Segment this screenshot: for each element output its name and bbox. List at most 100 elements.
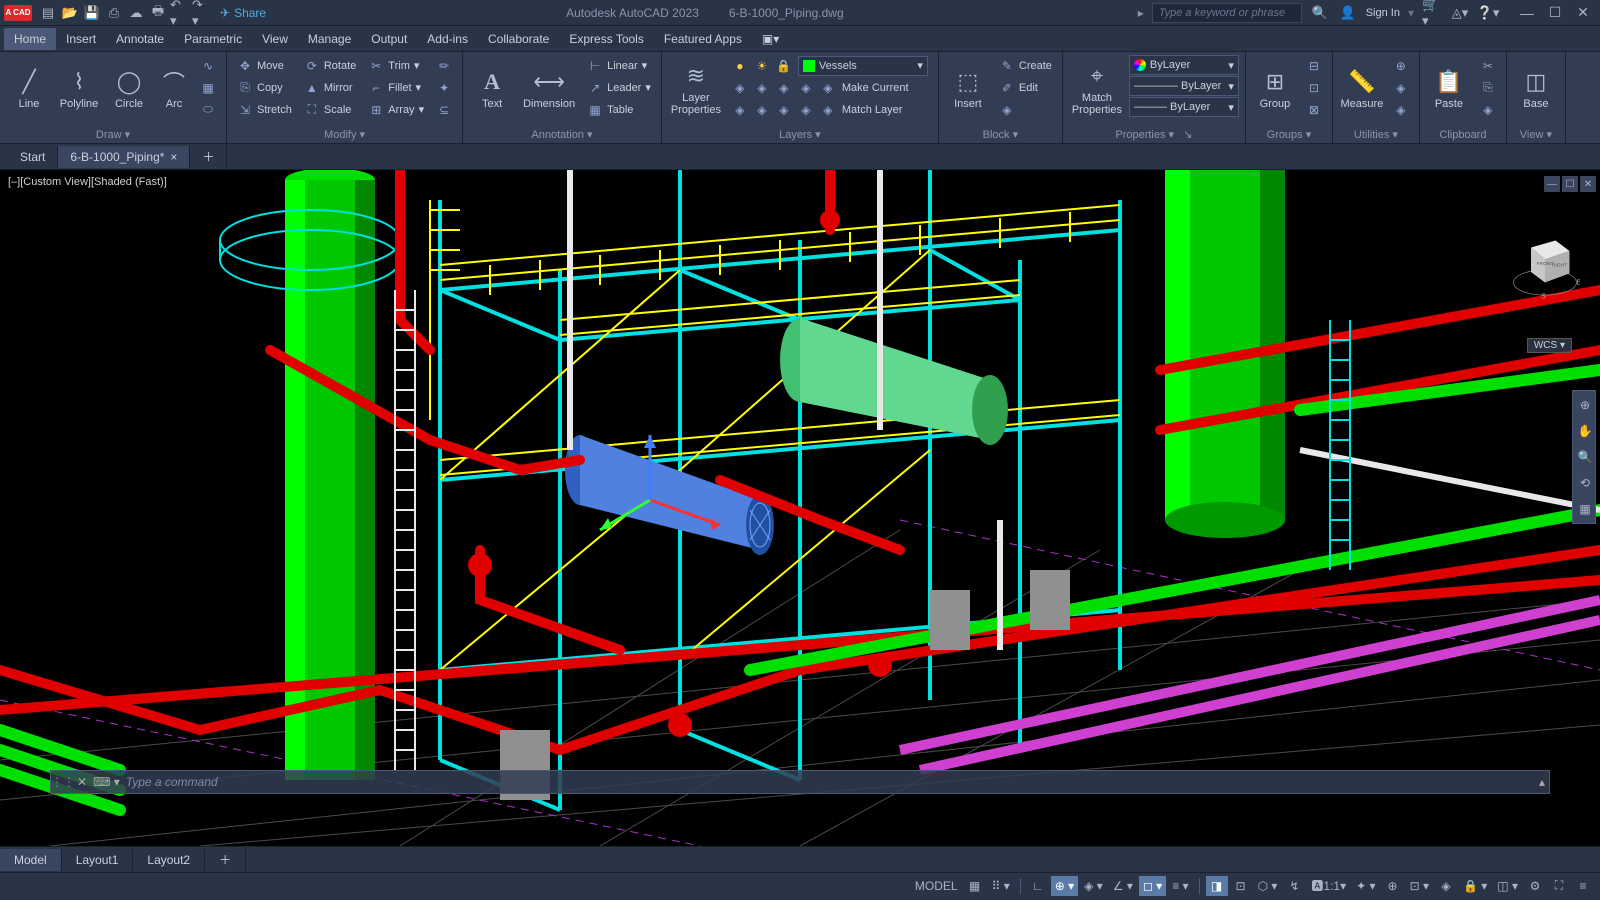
ortho-icon[interactable]: ∟ [1027, 876, 1049, 896]
layer-states[interactable]: ● ☀ 🔒 Vessels▾ [728, 55, 932, 76]
search-input[interactable]: Type a keyword or phrase [1152, 3, 1302, 23]
mirror-button[interactable]: ▲Mirror [300, 77, 360, 98]
make-current-icon[interactable]: ◈ [820, 80, 836, 96]
tab-annotate[interactable]: Annotate [106, 28, 174, 50]
snap-icon[interactable]: ⠿ ▾ [988, 876, 1014, 896]
measure-button[interactable]: 📏Measure [1339, 55, 1385, 123]
annomonitor-icon[interactable]: ⊕ [1382, 876, 1404, 896]
layer-props-button[interactable]: ≋Layer Properties [668, 55, 724, 123]
stretch-button[interactable]: ⇲Stretch [233, 99, 296, 120]
view-cube[interactable]: S E FRONT RIGHT [1510, 230, 1580, 300]
tab-start[interactable]: Start [8, 146, 58, 168]
hardware-icon[interactable]: ⚙ [1524, 876, 1546, 896]
cart-icon[interactable]: 🛒▾ [1422, 3, 1442, 23]
new-tab-button[interactable]: ＋ [190, 144, 227, 169]
table-button[interactable]: ▦Table [583, 99, 655, 120]
match-props-button[interactable]: ⌖Match Properties [1069, 55, 1125, 123]
tab-more-icon[interactable]: ▣▾ [752, 28, 789, 50]
layer-iso-icon[interactable]: ◈ [732, 80, 748, 96]
dynucs-icon[interactable]: ↯ [1283, 876, 1305, 896]
minimize-icon[interactable]: — [1514, 3, 1540, 23]
close-icon[interactable]: ✕ [1570, 3, 1596, 23]
tab-collaborate[interactable]: Collaborate [478, 28, 559, 50]
erase-button[interactable]: ✏ [432, 55, 456, 76]
wcs-label[interactable]: WCS ▾ [1527, 338, 1572, 353]
tab-layout1[interactable]: Layout1 [62, 849, 134, 871]
tab-manage[interactable]: Manage [298, 28, 361, 50]
command-line[interactable]: ⋮⋮ ✕ ⌨ ▾ Type a command ▴ [50, 770, 1550, 794]
lineweight-dropdown[interactable]: ———— ByLayer▾ [1129, 76, 1239, 96]
vp-close-icon[interactable]: ✕ [1580, 176, 1596, 192]
line-button[interactable]: ╱Line [6, 55, 52, 123]
app-logo[interactable]: A CAD [4, 5, 32, 21]
save-icon[interactable]: 💾 [82, 3, 102, 23]
isodraft-icon[interactable]: ◈ ▾ [1080, 876, 1107, 896]
open-icon[interactable]: 📂 [60, 3, 80, 23]
viewport-label[interactable]: [–][Custom View][Shaded (Fast)] [8, 176, 167, 188]
maximize-icon[interactable]: ☐ [1542, 3, 1568, 23]
bulb-on-icon[interactable]: ● [732, 58, 748, 74]
tab-file[interactable]: 6-B-1000_Piping*× [58, 146, 190, 168]
new-icon[interactable]: ▤ [38, 3, 58, 23]
draw-extra3[interactable]: ⬭ [196, 99, 220, 120]
full-nav-icon[interactable]: ⊕ [1575, 393, 1595, 417]
units-icon[interactable]: ⊡ ▾ [1406, 876, 1433, 896]
qprops-icon[interactable]: ◈ [1435, 876, 1457, 896]
color-dropdown[interactable]: ByLayer▾ [1129, 55, 1239, 75]
explode-button[interactable]: ✦ [432, 77, 456, 98]
draw-extra2[interactable]: ▦ [196, 77, 220, 98]
share-button[interactable]: ✈ Share [214, 6, 272, 20]
draw-extra1[interactable]: ∿ [196, 55, 220, 76]
vp-minimize-icon[interactable]: — [1544, 176, 1560, 192]
layer-dropdown[interactable]: Vessels▾ [798, 56, 928, 76]
group-button[interactable]: ⊞Group [1252, 55, 1298, 123]
osnap-icon[interactable]: ◻ ▾ [1139, 876, 1166, 896]
tab-layout2[interactable]: Layout2 [133, 849, 205, 871]
polyline-button[interactable]: ⌇Polyline [56, 55, 102, 123]
block-attr-button[interactable]: ◈ [995, 99, 1056, 120]
showmotion-icon[interactable]: ▦ [1575, 497, 1595, 521]
search-icon[interactable]: 🔍 [1310, 3, 1330, 23]
workspace-icon[interactable]: ✦ ▾ [1352, 876, 1379, 896]
arc-button[interactable]: ⌒Arc [156, 55, 192, 123]
lineweight-icon[interactable]: ≡ ▾ [1168, 876, 1192, 896]
fillet-button[interactable]: ⌐Fillet ▾ [364, 77, 428, 98]
plot-icon[interactable]: 🖶 [148, 3, 168, 23]
pan-icon[interactable]: ✋ [1575, 419, 1595, 443]
copy-button[interactable]: ⎘Copy [233, 77, 296, 98]
linetype-dropdown[interactable]: ——— ByLayer▾ [1129, 97, 1239, 117]
undo-icon[interactable]: ↶ ▾ [170, 3, 190, 23]
grid-icon[interactable]: ▦ [964, 876, 986, 896]
lockui-icon[interactable]: 🔒 ▾ [1459, 876, 1491, 896]
search-caret-icon[interactable]: ▸ [1138, 6, 1144, 20]
sun-icon[interactable]: ☀ [754, 58, 770, 74]
drawing-canvas[interactable]: [–][Custom View][Shaded (Fast)] — ☐ ✕ S … [0, 170, 1600, 846]
help-icon[interactable]: ❔▾ [1478, 3, 1498, 23]
tab-output[interactable]: Output [361, 28, 417, 50]
tab-express[interactable]: Express Tools [559, 28, 653, 50]
base-view-button[interactable]: ◫Base [1513, 55, 1559, 123]
redo-icon[interactable]: ↷ ▾ [192, 3, 212, 23]
command-input[interactable]: Type a command [126, 775, 1533, 789]
app-switcher-icon[interactable]: ◬▾ [1450, 3, 1470, 23]
vp-maximize-icon[interactable]: ☐ [1562, 176, 1578, 192]
tab-home[interactable]: Home [4, 28, 56, 50]
tab-parametric[interactable]: Parametric [174, 28, 252, 50]
cleanscreen-icon[interactable]: ⛶ [1548, 876, 1570, 896]
circle-button[interactable]: ◯Circle [106, 55, 152, 123]
annoscale-button[interactable]: 🅰 1:1 ▾ [1307, 876, 1350, 896]
otrack-icon[interactable]: ∠ ▾ [1109, 876, 1137, 896]
signin-label[interactable]: Sign In [1366, 7, 1400, 19]
isolate-icon[interactable]: ◫ ▾ [1493, 876, 1522, 896]
model-space-button[interactable]: MODEL [911, 876, 962, 896]
lock-icon[interactable]: 🔒 [776, 58, 792, 74]
add-layout-button[interactable]: ＋ [205, 847, 246, 872]
edit-block-button[interactable]: ✐Edit [995, 77, 1056, 98]
cad-viewport[interactable] [0, 170, 1600, 846]
linear-button[interactable]: ⊢Linear ▾ [583, 55, 655, 76]
cmd-recent-icon[interactable]: ⌨ ▾ [93, 775, 120, 789]
tab-insert[interactable]: Insert [56, 28, 106, 50]
saveas-icon[interactable]: ⎙ [104, 3, 124, 23]
tab-addins[interactable]: Add-ins [417, 28, 478, 50]
web-icon[interactable]: ☁ [126, 3, 146, 23]
